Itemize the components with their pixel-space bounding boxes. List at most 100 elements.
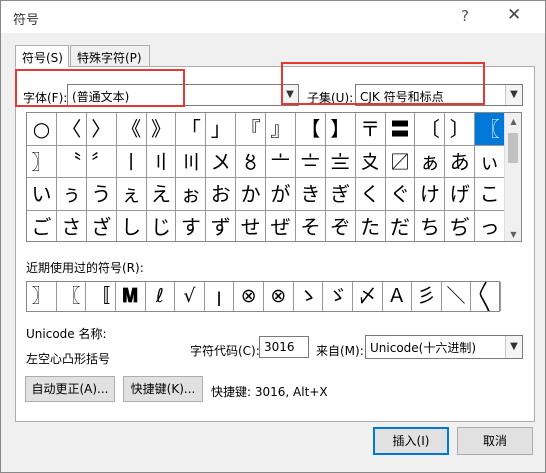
symbol-grid-scrollbar[interactable]: ▲ ▼: [504, 113, 521, 241]
symbol-cell[interactable]: 〝: [56, 145, 87, 178]
symbol-cell[interactable]: き: [295, 178, 326, 211]
symbol-cell[interactable]: け: [415, 178, 446, 211]
shortcut-key-button[interactable]: 快捷键(K)...: [123, 376, 203, 402]
symbol-cell[interactable]: じ: [147, 210, 177, 241]
chevron-down-icon[interactable]: ▼: [505, 85, 522, 105]
symbol-cell[interactable]: だ: [386, 210, 416, 241]
symbol-cell[interactable]: 〩: [355, 145, 386, 178]
symbol-cell[interactable]: い: [27, 178, 57, 211]
symbol-cell[interactable]: え: [146, 178, 177, 211]
recent-symbol-cell[interactable]: ꞁ: [205, 282, 235, 311]
close-icon[interactable]: ✕: [507, 5, 521, 25]
symbol-cell[interactable]: ぐ: [385, 178, 416, 211]
symbol-cell[interactable]: 〕: [445, 113, 476, 146]
symbol-cell[interactable]: 【: [295, 113, 326, 146]
symbol-cell[interactable]: ぞ: [326, 210, 356, 241]
symbol-cell[interactable]: 』: [266, 113, 296, 146]
symbol-cell[interactable]: く: [355, 178, 386, 211]
scroll-up-icon[interactable]: ▲: [505, 113, 521, 130]
symbol-cell[interactable]: が: [266, 178, 296, 211]
symbol-cell[interactable]: ぜ: [266, 210, 296, 241]
symbol-cell[interactable]: ぢ: [445, 210, 476, 241]
scroll-thumb[interactable]: [508, 133, 518, 163]
recent-symbol-cell[interactable]: ＼: [442, 282, 472, 311]
autocorrect-button[interactable]: 自动更正(A)...: [25, 376, 115, 402]
symbol-cell[interactable]: 」: [206, 113, 237, 146]
recent-symbol-cell[interactable]: 彡: [412, 282, 442, 311]
font-select[interactable]: (普通文本) ▼: [67, 84, 299, 106]
symbol-cell[interactable]: ぎ: [325, 178, 356, 211]
symbol-cell[interactable]: そ: [296, 210, 326, 241]
symbol-cell[interactable]: 〣: [176, 145, 207, 178]
symbol-cell[interactable]: か: [236, 178, 266, 211]
symbol-cell[interactable]: 〼: [385, 145, 416, 178]
symbol-cell[interactable]: 〥: [236, 145, 266, 178]
symbol-cell[interactable]: 「: [176, 113, 207, 146]
symbol-cell[interactable]: 〒: [355, 113, 386, 146]
symbol-cell[interactable]: 】: [325, 113, 356, 146]
symbol-cell[interactable]: あ: [445, 145, 476, 178]
symbol-cell[interactable]: こ: [475, 178, 505, 211]
symbol-cell[interactable]: ぃ: [475, 145, 505, 178]
tab-special-characters[interactable]: 特殊字符(P): [70, 45, 150, 67]
chevron-down-icon[interactable]: ▼: [505, 336, 522, 358]
symbol-cell[interactable]: 〞: [86, 145, 117, 178]
symbol-cell[interactable]: う: [86, 178, 117, 211]
symbol-cell[interactable]: す: [176, 210, 207, 241]
font-select-value: (普通文本): [72, 90, 130, 104]
symbol-cell[interactable]: さ: [57, 210, 87, 241]
symbol-cell[interactable]: げ: [445, 178, 476, 211]
recent-symbol-cell[interactable]: ゞ: [323, 282, 353, 311]
symbol-cell[interactable]: 〈: [56, 113, 87, 146]
symbol-cell[interactable]: せ: [236, 210, 266, 241]
symbol-cell[interactable]: 〢: [146, 145, 177, 178]
symbol-cell[interactable]: 〨: [325, 145, 356, 178]
recent-symbol-cell[interactable]: ⊗: [264, 282, 294, 311]
recent-symbol-cell[interactable]: 〗: [27, 282, 57, 311]
symbol-cell[interactable]: ご: [27, 210, 57, 241]
subset-select[interactable]: CJK 符号和标点 ▼: [355, 84, 523, 106]
symbol-cell[interactable]: ぅ: [56, 178, 87, 211]
recent-symbol-cell[interactable]: 𝐌: [116, 282, 146, 311]
symbol-cell[interactable]: 〓: [385, 113, 416, 146]
insert-button[interactable]: 插入(I): [373, 427, 449, 455]
help-icon[interactable]: ?: [461, 7, 469, 25]
symbol-cell[interactable]: 〔: [415, 113, 446, 146]
symbol-cell[interactable]: ぇ: [116, 178, 147, 211]
symbol-cell[interactable]: 〉: [86, 113, 117, 146]
tab-symbols[interactable]: 符号(S): [15, 45, 69, 68]
recent-symbol-cell[interactable]: 〱: [471, 282, 501, 311]
symbol-cell[interactable]: 〡: [116, 145, 147, 178]
from-select[interactable]: Unicode(十六进制) ▼: [365, 335, 523, 359]
char-code-input[interactable]: 3016: [259, 336, 309, 358]
recent-symbol-cell[interactable]: √: [175, 282, 205, 311]
symbol-cell[interactable]: お: [206, 178, 237, 211]
scroll-down-icon[interactable]: ▼: [505, 226, 521, 241]
symbol-cell[interactable]: し: [117, 210, 147, 241]
symbol-cell[interactable]: ぁ: [415, 145, 446, 178]
symbol-cell[interactable]: 《: [116, 113, 147, 146]
symbol-cell[interactable]: 》: [146, 113, 177, 146]
recent-symbol-cell[interactable]: 〖: [57, 282, 87, 311]
recent-symbol-cell[interactable]: 〚: [86, 282, 116, 311]
symbol-cell[interactable]: た: [356, 210, 386, 241]
symbol-cell[interactable]: 〗: [27, 145, 57, 178]
symbol-cell[interactable]: 〤: [206, 145, 237, 178]
symbol-cell[interactable]: ○: [27, 113, 57, 146]
recent-symbol-cell[interactable]: 〆: [353, 282, 383, 311]
symbol-cell[interactable]: 〦: [266, 145, 296, 178]
recent-symbol-cell[interactable]: ⊗: [234, 282, 264, 311]
symbol-cell[interactable]: っ: [475, 210, 505, 241]
chevron-down-icon[interactable]: ▼: [281, 85, 298, 105]
symbol-cell[interactable]: 〧: [295, 145, 326, 178]
symbol-cell[interactable]: ぉ: [176, 178, 207, 211]
recent-symbol-cell[interactable]: ゝ: [294, 282, 324, 311]
symbol-cell[interactable]: 〖: [475, 113, 505, 146]
recent-symbol-cell[interactable]: Ａ: [383, 282, 413, 311]
symbol-cell[interactable]: ち: [415, 210, 446, 241]
recent-symbol-cell[interactable]: ℓ: [146, 282, 176, 311]
cancel-button[interactable]: 取消: [457, 427, 533, 455]
symbol-cell[interactable]: ず: [206, 210, 237, 241]
symbol-cell[interactable]: 『: [236, 113, 266, 146]
symbol-cell[interactable]: ざ: [87, 210, 117, 241]
